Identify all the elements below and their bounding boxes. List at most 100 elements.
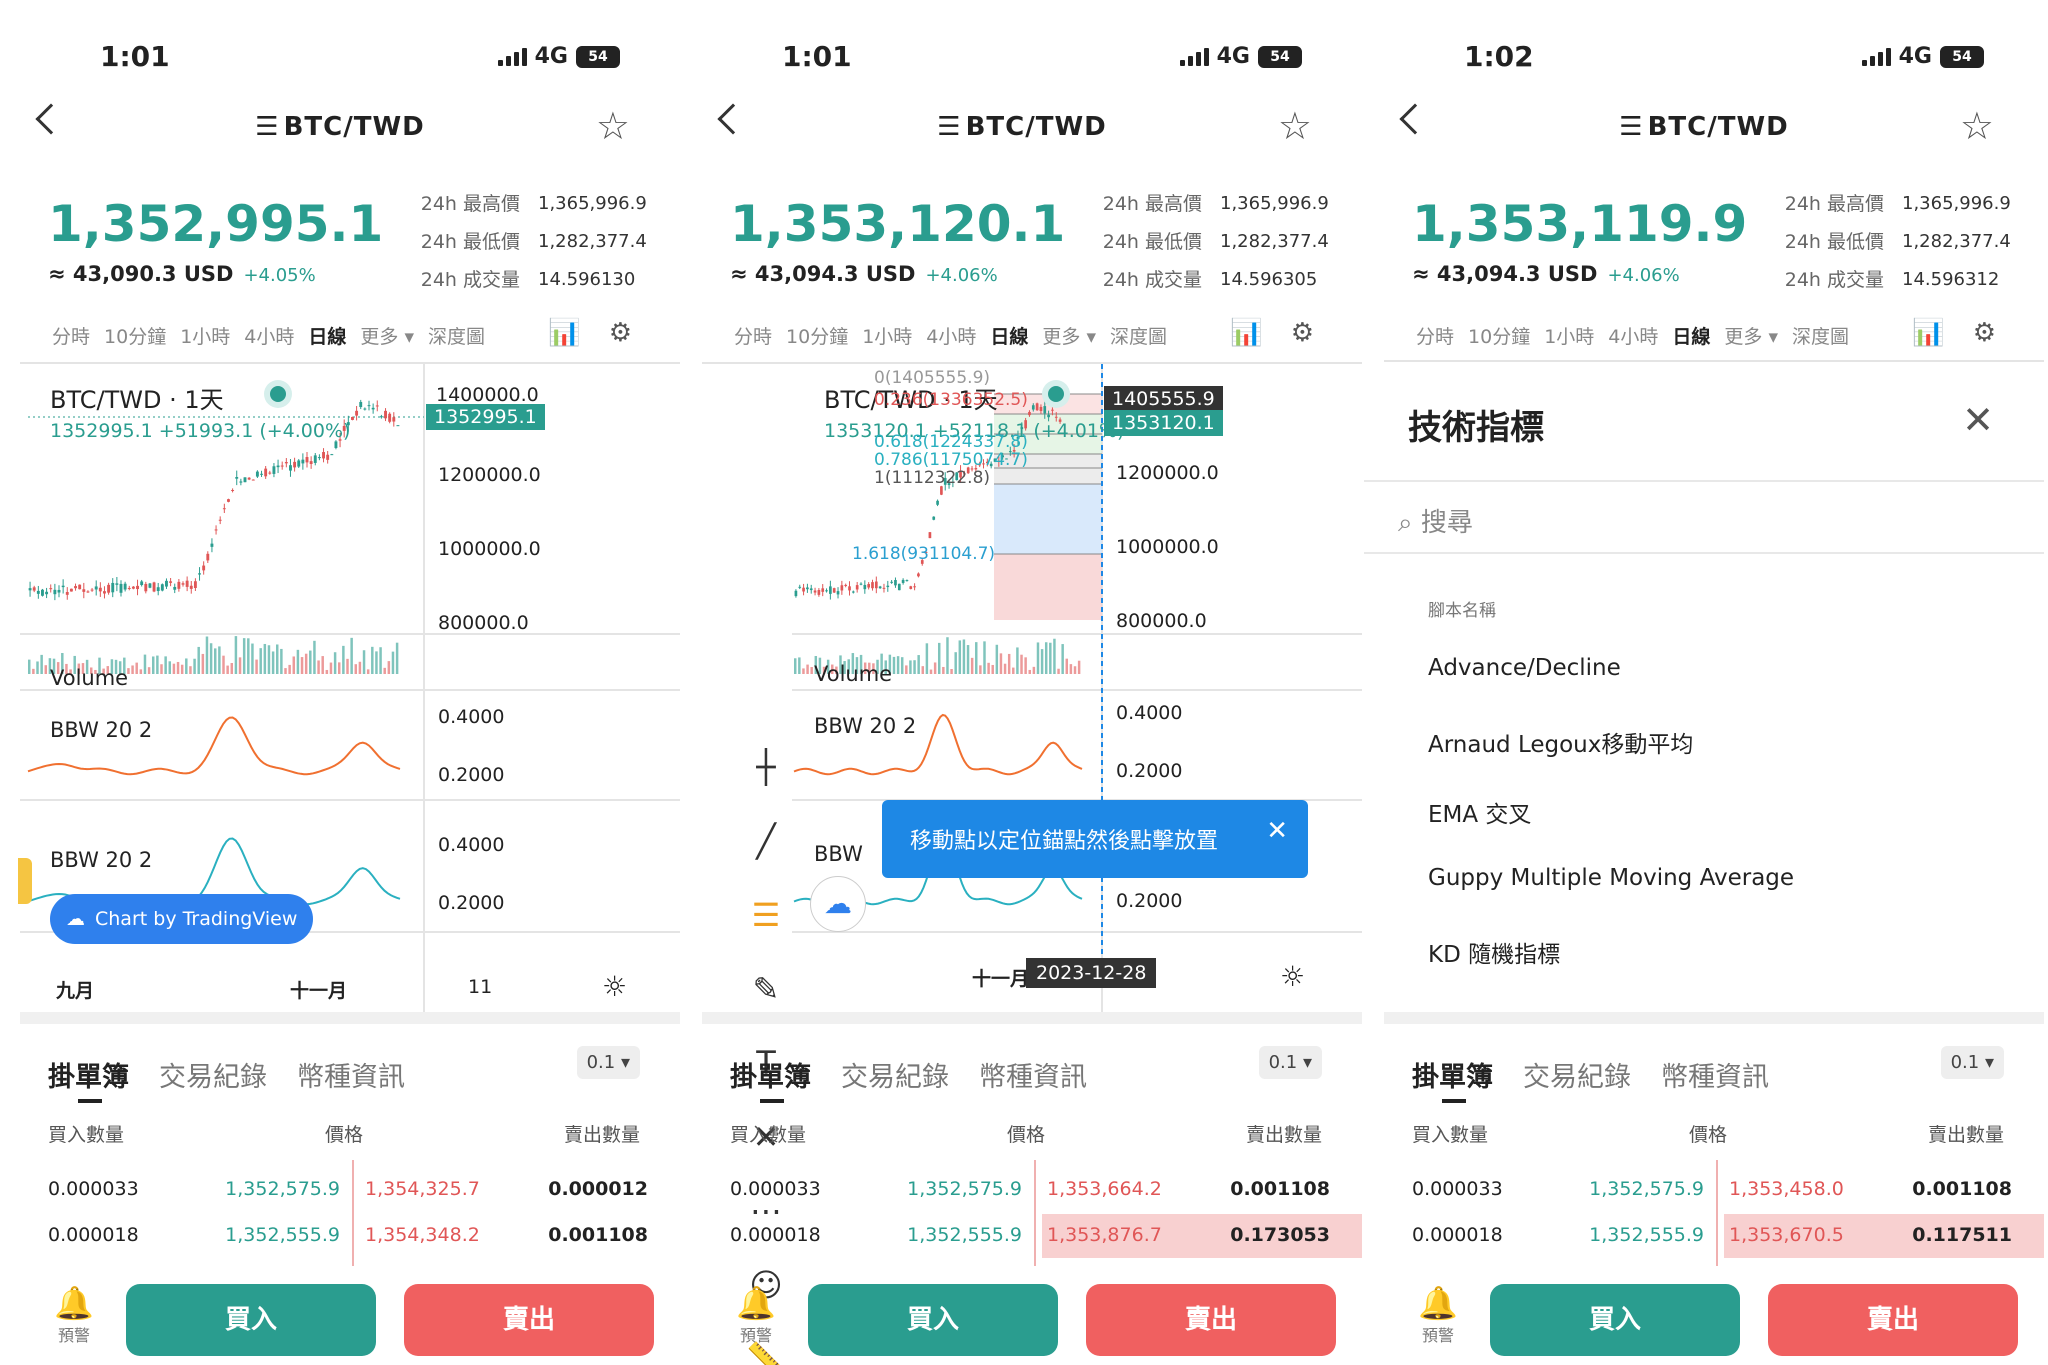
alert-button[interactable]: 🔔 預警 <box>1416 1284 1460 1346</box>
timeframe-tab[interactable]: 更多 ▾ <box>1042 322 1096 349</box>
alert-button[interactable]: 🔔 預警 <box>52 1284 96 1346</box>
orderbook-tabs: 掛單簿 交易紀錄 幣種資訊 <box>730 1055 1087 1103</box>
depth-select[interactable]: 0.1 ▾ <box>1258 1046 1322 1079</box>
timeframe-tab[interactable]: 10分鐘 <box>104 322 166 349</box>
orderbook-tab[interactable]: 交易紀錄 <box>159 1055 267 1094</box>
timeframe-tab[interactable]: 日線 <box>308 322 346 349</box>
indicator-item[interactable]: KD 隨機指標 <box>1428 935 1560 969</box>
orderbook-row[interactable]: 0.000018 1,352,555.9 1,353,670.5 0.11751… <box>1384 1206 2044 1266</box>
orderbook-tab[interactable]: 掛單簿 <box>48 1055 129 1103</box>
orderbook-row[interactable]: 0.000033 1,352,575.9 1,353,664.2 0.00110… <box>702 1160 1362 1220</box>
depth-select[interactable]: 0.1 ▾ <box>576 1046 640 1079</box>
timeframe-tab[interactable]: 10分鐘 <box>786 322 848 349</box>
settings-icon[interactable]: ⚙ <box>1973 318 1996 348</box>
candle-body <box>284 462 288 464</box>
timeframe-tab[interactable]: 10分鐘 <box>1468 322 1530 349</box>
timeframe-tab[interactable]: 4小時 <box>1608 322 1658 349</box>
crosshair-icon[interactable]: ┼ <box>756 748 775 786</box>
timeframe-tab[interactable]: 更多 ▾ <box>360 322 414 349</box>
fib-level-label: 0.618(1224337.8) <box>874 432 1028 452</box>
favorite-star-icon[interactable]: ☆ <box>1960 104 1994 148</box>
sell-button[interactable]: 賣出 <box>1768 1284 2018 1356</box>
tradingview-logo-icon[interactable]: ☁ <box>810 876 866 932</box>
timeframe-tab[interactable]: 日線 <box>990 322 1028 349</box>
orderbook-row[interactable]: 0.000018 1,352,555.9 1,353,876.7 0.17305… <box>702 1206 1362 1266</box>
stat-row: 24h 最低價 1,282,377.4 <box>1062 223 1332 261</box>
brush-icon[interactable]: ✎ <box>753 970 780 1008</box>
timeframe-tab[interactable]: 更多 ▾ <box>1724 322 1778 349</box>
timeframe-tab[interactable]: 日線 <box>1672 322 1710 349</box>
pair-title[interactable]: ☰ BTC/TWD <box>1364 112 2044 142</box>
volume-bar <box>201 653 205 674</box>
indicator-icon[interactable]: 📊 <box>1230 318 1262 348</box>
candle-body <box>806 587 809 590</box>
usd-value: ≈ 43,094.3 USD <box>1412 262 1598 286</box>
orderbook-row[interactable]: 0.000033 1,352,575.9 1,354,325.7 0.00001… <box>20 1160 680 1220</box>
close-icon[interactable]: ✕ <box>1962 398 1994 442</box>
sell-button[interactable]: 賣出 <box>404 1284 654 1356</box>
orderbook-tab[interactable]: 掛單簿 <box>1412 1055 1493 1103</box>
indicator-item[interactable]: Guppy Multiple Moving Average <box>1428 865 1794 891</box>
buy-button[interactable]: 買入 <box>1490 1284 1740 1356</box>
timeframe-tab[interactable]: 分時 <box>52 322 90 349</box>
pair-label: BTC/TWD <box>965 112 1107 142</box>
chart-settings-icon[interactable]: ☼ <box>1280 960 1305 993</box>
orderbook-tab[interactable]: 幣種資訊 <box>1661 1055 1769 1094</box>
price-chart[interactable]: ┼ ╱ ☰ ✎ T ✕ ⋯ ☺ 📏 BTC/TWD · 1天 1353120.1… <box>702 362 1362 1365</box>
favorite-star-icon[interactable]: ☆ <box>1278 104 1312 148</box>
timeframe-tab[interactable]: 4小時 <box>926 322 976 349</box>
orderbook-tab[interactable]: 交易紀錄 <box>841 1055 949 1094</box>
sell-button[interactable]: 賣出 <box>1086 1284 1336 1356</box>
candle-body <box>396 425 400 427</box>
pair-title[interactable]: ☰ BTC/TWD <box>682 112 1362 142</box>
y-axis-tick: 1000000.0 <box>438 538 541 560</box>
volume-bar <box>794 658 797 674</box>
indicator-search-input[interactable]: ⌕ 搜尋 <box>1364 480 2044 554</box>
buy-button[interactable]: 買入 <box>126 1284 376 1356</box>
indicator-item[interactable]: Advance/Decline <box>1428 655 1621 681</box>
orderbook-tab[interactable]: 幣種資訊 <box>297 1055 405 1094</box>
indicator-icon[interactable]: 📊 <box>548 318 580 348</box>
stat-value: 1,282,377.4 <box>1902 231 2011 252</box>
orderbook-tab[interactable]: 掛單簿 <box>730 1055 811 1103</box>
timeframe-tab[interactable]: 1小時 <box>862 322 912 349</box>
indicator-item[interactable]: EMA 交叉 <box>1428 795 1531 829</box>
settings-icon[interactable]: ⚙ <box>609 318 632 348</box>
bid-price: 1,352,575.9 <box>1589 1178 1704 1200</box>
settings-icon[interactable]: ⚙ <box>1291 318 1314 348</box>
timeframe-tab[interactable]: 1小時 <box>1544 322 1594 349</box>
alert-button[interactable]: 🔔 預警 <box>734 1284 778 1346</box>
timeframe-tab[interactable]: 分時 <box>734 322 772 349</box>
buy-button[interactable]: 買入 <box>808 1284 1058 1356</box>
candle-body <box>897 583 901 591</box>
timeframe-tab[interactable]: 深度圖 <box>1110 322 1167 349</box>
candle-body <box>206 553 210 561</box>
candle-body <box>185 580 189 587</box>
price-chart[interactable]: BTC/TWD · 1天 1352995.1 +51993.1 (+4.00%)… <box>18 362 680 1012</box>
indicator-item[interactable]: Arnaud Legoux移動平均 <box>1428 725 1693 759</box>
orderbook-row[interactable]: 0.000033 1,352,575.9 1,353,458.0 0.00110… <box>1384 1160 2044 1220</box>
depth-select[interactable]: 0.1 ▾ <box>1940 1046 2004 1079</box>
bell-icon: 🔔 <box>54 1284 94 1322</box>
timeframe-tab[interactable]: 分時 <box>1416 322 1454 349</box>
fib-retracement-icon[interactable]: ☰ <box>752 896 781 934</box>
tradingview-badge[interactable]: ☁ Chart by TradingView <box>50 894 314 944</box>
orderbook-column: 賣出數量 <box>563 1124 640 1146</box>
orderbook-row[interactable]: 0.000018 1,352,555.9 1,354,348.2 0.00110… <box>20 1206 680 1266</box>
volume-bar <box>180 664 184 674</box>
trendline-icon[interactable]: ╱ <box>756 822 775 860</box>
toast-close-icon[interactable]: ✕ <box>1266 816 1288 846</box>
chart-canvas[interactable] <box>702 364 1362 1012</box>
timeframe-tab[interactable]: 深度圖 <box>1792 322 1849 349</box>
favorite-star-icon[interactable]: ☆ <box>596 104 630 148</box>
chart-settings-icon[interactable]: ☼ <box>602 970 627 1003</box>
pair-title[interactable]: ☰ BTC/TWD <box>0 112 680 142</box>
volume-bar <box>164 656 167 674</box>
timeframe-tab[interactable]: 1小時 <box>180 322 230 349</box>
orderbook-tab[interactable]: 幣種資訊 <box>979 1055 1087 1094</box>
orderbook-tab[interactable]: 交易紀錄 <box>1523 1055 1631 1094</box>
timeframe-tab[interactable]: 深度圖 <box>428 322 485 349</box>
side-handle-icon[interactable] <box>18 858 32 904</box>
timeframe-tab[interactable]: 4小時 <box>244 322 294 349</box>
indicator-icon[interactable]: 📊 <box>1912 318 1944 348</box>
